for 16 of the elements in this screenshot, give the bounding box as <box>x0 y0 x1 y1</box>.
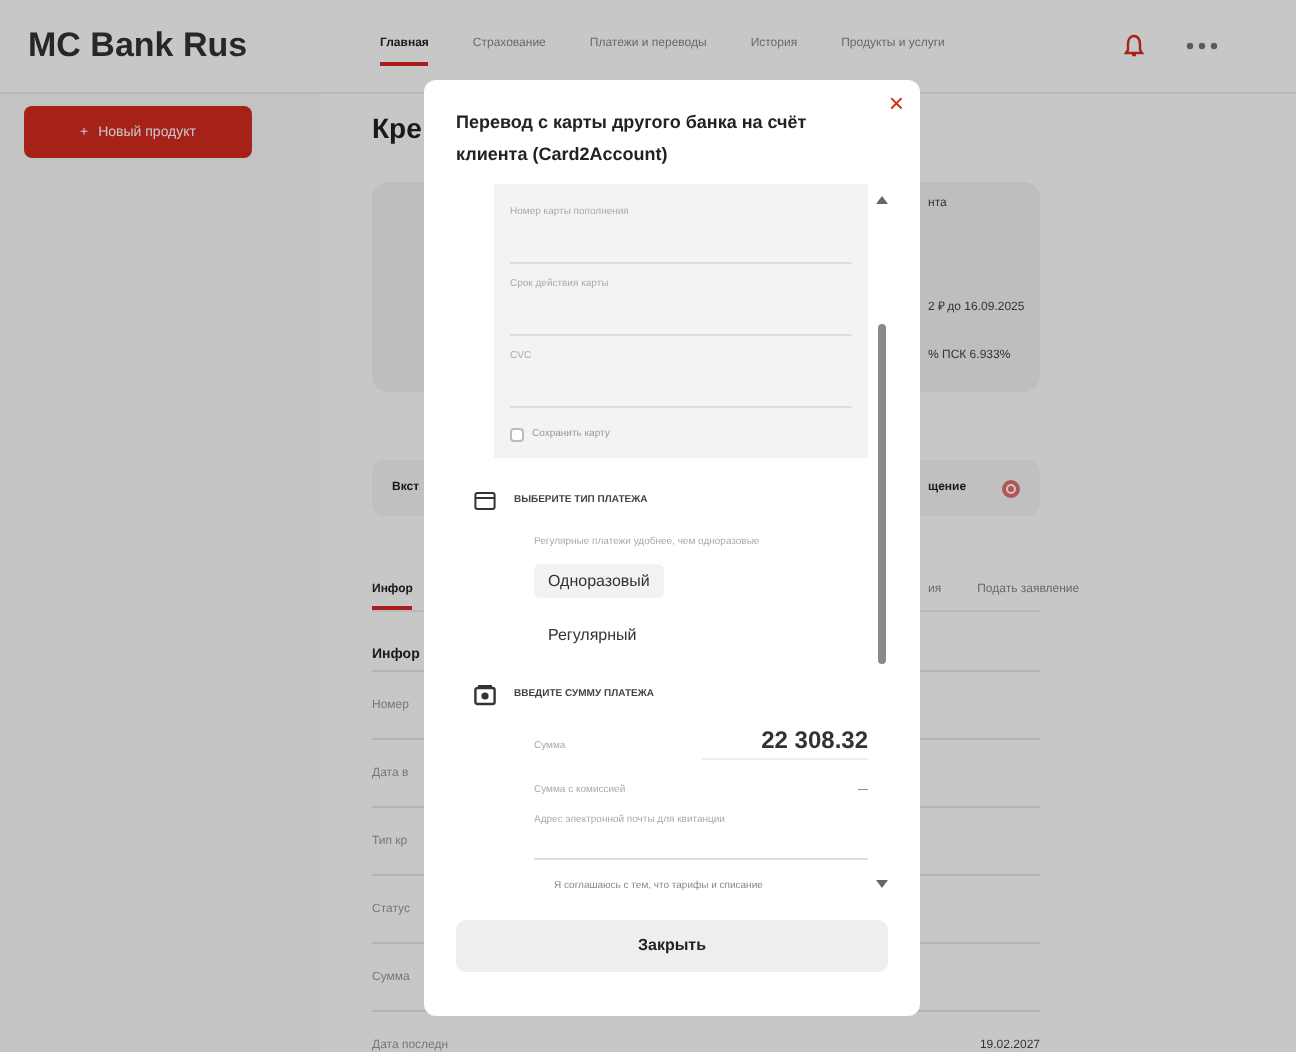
scroll-up-icon[interactable] <box>876 195 888 203</box>
payment-type-option[interactable]: Одноразовый <box>534 563 664 597</box>
more-icon[interactable] <box>1184 40 1220 52</box>
page-heading: Кре <box>372 110 422 146</box>
dialog-title: Перевод с карты другого банка на счёт клиента (Card2Account) <box>456 110 809 168</box>
bank-logo: MC Bank Rus <box>28 26 250 66</box>
circle-icon <box>1002 479 1020 497</box>
money-icon <box>474 683 496 705</box>
amount-field[interactable]: 22 308.32 <box>701 725 868 759</box>
card-icon <box>474 489 496 511</box>
close-dialog-button[interactable]: Закрыть <box>456 919 888 971</box>
checkbox[interactable] <box>510 427 524 441</box>
scroll-down-icon[interactable] <box>876 879 888 887</box>
payment-type-option[interactable]: Регулярный <box>534 617 651 651</box>
close-button[interactable]: × <box>888 88 904 118</box>
bell-icon[interactable] <box>1124 34 1144 58</box>
